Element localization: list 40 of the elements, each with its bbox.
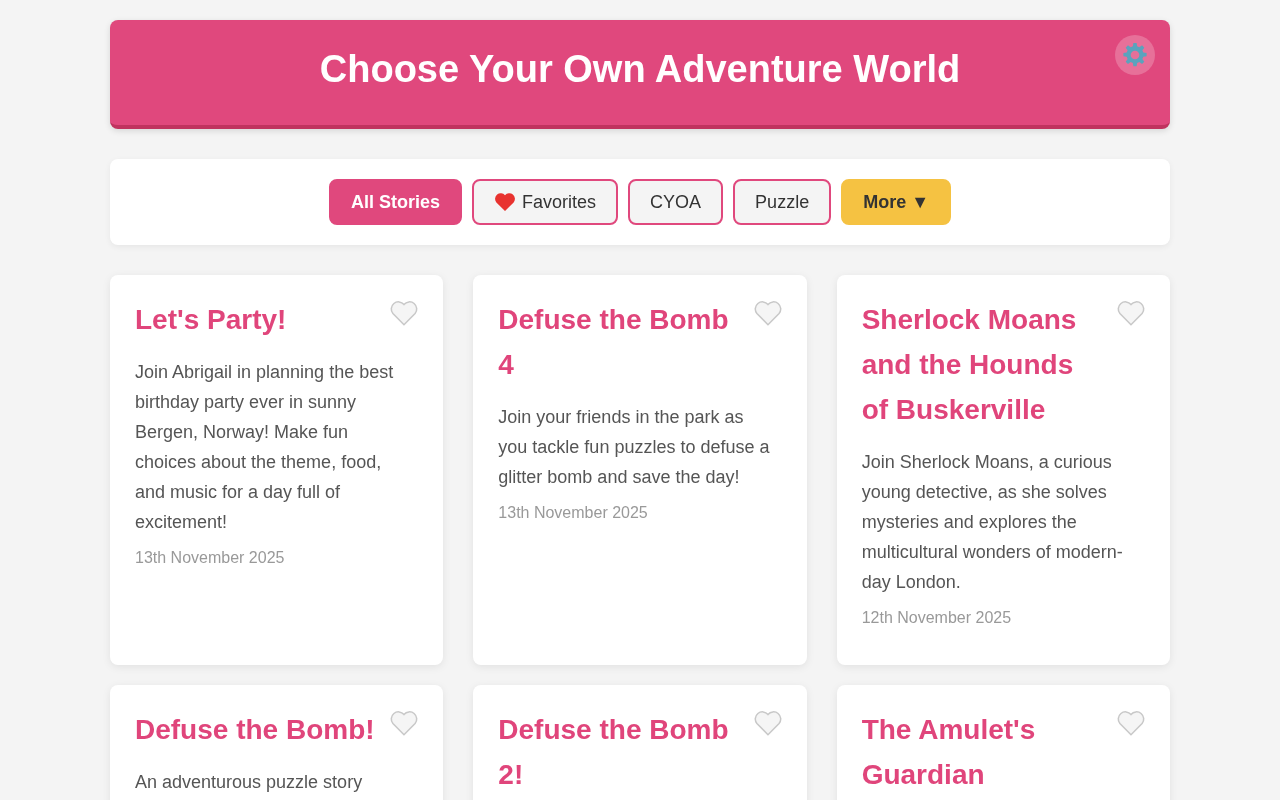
filter-button[interactable]: More ▼ xyxy=(841,179,951,225)
story-description: Join your friends in the park as you tackle fun puzzles to defuse a glitter bomb and save the day! xyxy=(498,406,771,489)
story-date: 13th November 2025 xyxy=(498,504,649,522)
filter-button[interactable]: All Stories xyxy=(329,179,463,225)
favorite-button[interactable] xyxy=(1117,300,1145,326)
story-date: 13th November 2025 xyxy=(135,549,286,567)
story-title: Defuse the Bomb 2! xyxy=(498,713,730,792)
favorite-button[interactable] xyxy=(1117,710,1145,736)
heart-icon xyxy=(753,300,782,326)
story-description: Join Abrigail in planning the best birthday party ever in sunny Bergen, Norway! Make fun choices about the theme, food, and music for a day full of excitement! xyxy=(135,361,395,534)
story-title: Sherlock Moans and the Hounds of Buskerville xyxy=(861,303,1078,427)
story-card[interactable]: Defuse the Bomb 4 Join your friends in the park as you tackle fun puzzles to defuse a glitter bomb and save the day! 13th November 2025 xyxy=(473,275,807,665)
favorite-button[interactable] xyxy=(753,710,782,736)
story-card[interactable]: Defuse the Bomb! An adventurous puzzle story xyxy=(110,685,444,800)
story-date: 12th November 2025 xyxy=(861,609,1013,627)
heart-icon xyxy=(390,710,419,736)
favorite-button[interactable] xyxy=(390,710,419,736)
filter-button[interactable]: Puzzle xyxy=(733,179,832,225)
settings-icon xyxy=(1122,42,1148,68)
heart-icon xyxy=(1117,300,1145,326)
story-card[interactable]: The Amulet's Guardian xyxy=(836,685,1170,800)
heart-icon xyxy=(753,710,782,736)
story-title: Defuse the Bomb 4 xyxy=(498,303,730,382)
story-title: Defuse the Bomb! xyxy=(135,713,375,747)
page-title: Choose Your Own Adventure World xyxy=(319,47,961,91)
story-card[interactable]: Defuse the Bomb 2! xyxy=(473,685,807,800)
story-card[interactable]: Let's Party! Join Abrigail in planning the best birthday party ever in sunny Bergen, Norway! Make fun choices about the theme, food, and music for a day full of excitement! 13th November 2025 xyxy=(110,275,444,665)
favorite-button[interactable] xyxy=(753,300,782,326)
story-description: Join Sherlock Moans, a curious young detective, as she solves mysteries and explores the multicultural wonders of modern-day London. xyxy=(861,451,1124,594)
filter-button[interactable]: CYOA xyxy=(628,179,724,225)
filter-button[interactable]: Favorites xyxy=(472,179,619,225)
story-description: An adventurous puzzle story xyxy=(135,771,364,794)
settings-button[interactable] xyxy=(1115,35,1155,75)
heart-icon xyxy=(1117,710,1145,736)
story-title: The Amulet's Guardian xyxy=(861,713,1037,792)
story-card[interactable]: Sherlock Moans and the Hounds of Buskerville Join Sherlock Moans, a curious young detective, as she solves mysteries and explores the multicultural wonders of modern-day London. 12th November 2025 xyxy=(836,275,1170,665)
favorite-button[interactable] xyxy=(390,300,419,326)
heart-icon xyxy=(390,300,419,326)
story-title: Let's Party! xyxy=(135,303,287,337)
heart-icon xyxy=(494,192,517,212)
